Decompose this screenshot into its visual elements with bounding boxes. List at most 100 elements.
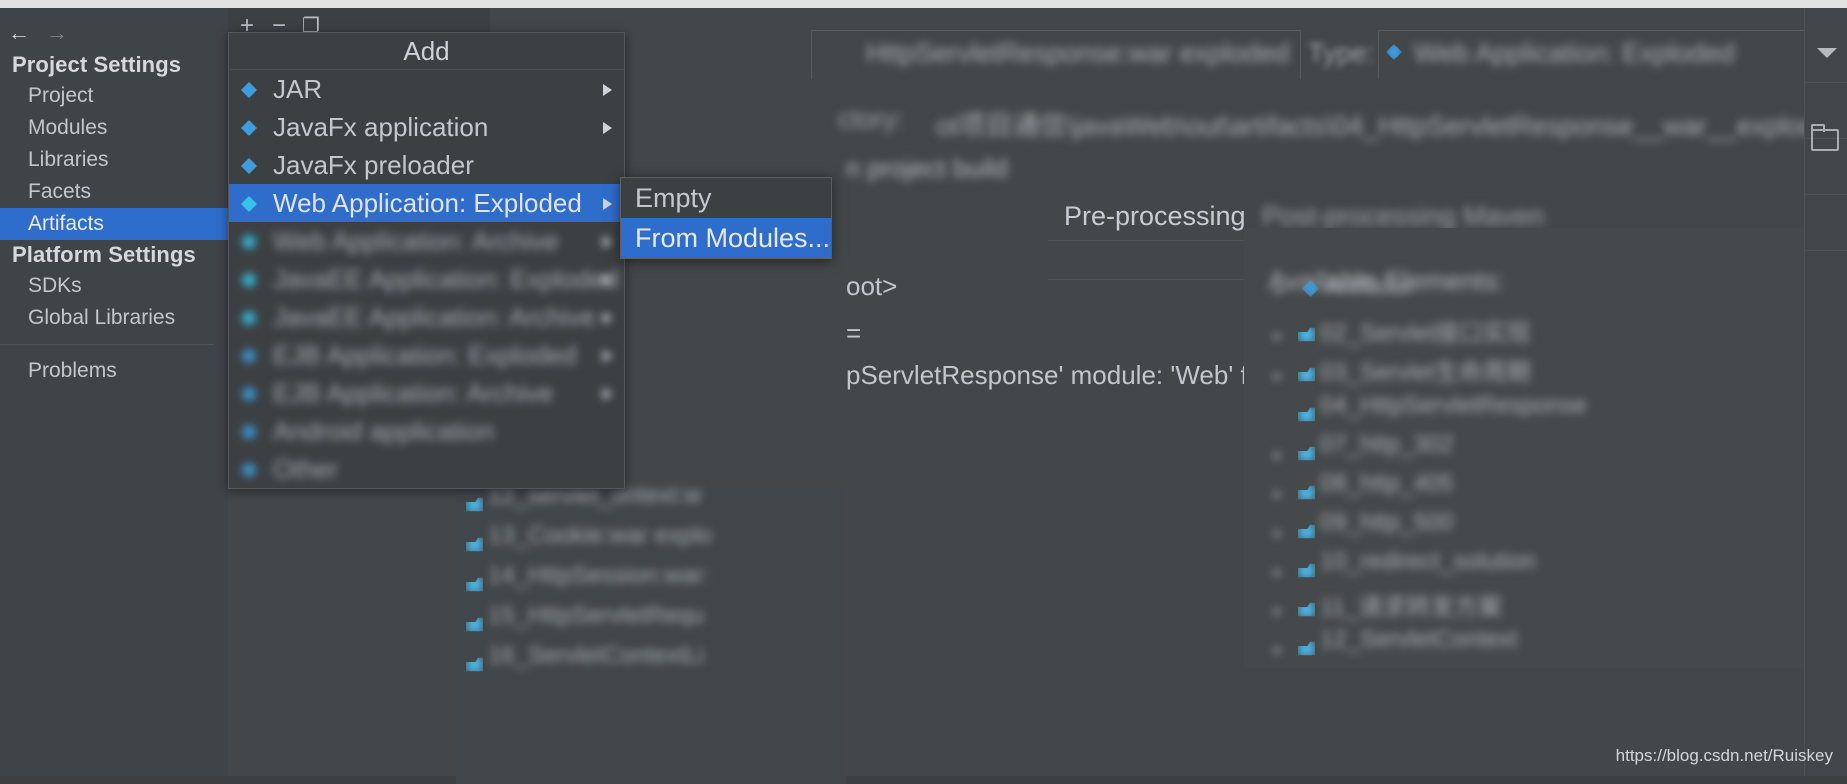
edge-spacer-2 bbox=[1805, 194, 1847, 251]
menu-item-label: JavaFx application bbox=[273, 112, 489, 142]
navigation-arrows: ← → bbox=[0, 16, 228, 50]
chevron-right-icon bbox=[603, 84, 612, 96]
menu-item-label: JavaEE Application: Exploded bbox=[273, 264, 619, 294]
tree-expander[interactable]: ▸ bbox=[1274, 484, 1283, 504]
available-element-4[interactable]: 07_http_302 bbox=[1320, 431, 1453, 459]
submenu-item-empty[interactable]: Empty bbox=[621, 178, 831, 218]
add-menu-title: Add bbox=[229, 33, 624, 70]
menu-item-label: Web Application: Archive bbox=[273, 226, 559, 256]
right-edge-toolbar bbox=[1804, 8, 1847, 776]
available-element-9[interactable]: 12_ServletContext bbox=[1320, 626, 1517, 654]
menu-item-web-application-exploded[interactable]: Web Application: Exploded bbox=[229, 184, 624, 222]
diamond-icon bbox=[241, 82, 257, 98]
artifact-list-item-3[interactable]: 15_HttpServletRequ bbox=[488, 602, 704, 630]
chevron-right-icon bbox=[603, 122, 612, 134]
diamond-icon bbox=[241, 158, 257, 174]
chevron-right-icon bbox=[603, 350, 612, 362]
artifact-name-value: HttpServletResponse:war exploded bbox=[866, 38, 1290, 68]
add-artifact-menu: Add JAR JavaFx application JavaFx preloa… bbox=[228, 32, 625, 489]
web-application-icon bbox=[241, 196, 257, 212]
artifact-list-item-2[interactable]: 14_HttpSession:war: bbox=[488, 562, 709, 590]
sidebar-item-libraries[interactable]: Libraries bbox=[0, 144, 228, 176]
settings-sidebar: ← → Project Settings Project Modules Lib… bbox=[0, 8, 228, 776]
watermark: https://blog.csdn.net/Ruiskey bbox=[1615, 746, 1833, 765]
diamond-icon bbox=[241, 462, 257, 478]
menu-item-javafx-preloader[interactable]: JavaFx preloader bbox=[229, 146, 624, 184]
type-dropdown-button[interactable] bbox=[1805, 26, 1847, 83]
tree-expander[interactable]: ▸ bbox=[1274, 326, 1283, 346]
sidebar-group-project-settings: Project Settings bbox=[12, 52, 182, 77]
tree-expander[interactable]: ▸ bbox=[1274, 523, 1283, 543]
sidebar-item-problems[interactable]: Problems bbox=[0, 355, 228, 387]
tree-expander[interactable]: ▸ bbox=[1274, 445, 1283, 465]
diamond-icon bbox=[241, 120, 257, 136]
tree-expander[interactable]: ▸ bbox=[1274, 366, 1283, 386]
menu-item-label: Other bbox=[273, 454, 339, 484]
menu-item-web-application-archive[interactable]: Web Application: Archive bbox=[229, 222, 624, 260]
menu-item-label: EJB Application: Exploded bbox=[273, 340, 577, 370]
sidebar-item-sdks[interactable]: SDKs bbox=[0, 270, 228, 302]
available-element-7[interactable]: 10_redirect_solution bbox=[1320, 548, 1536, 576]
project-structure-dialog: HttpServletResponse:war exploded Type: W… bbox=[0, 0, 1847, 784]
chevron-right-icon bbox=[603, 274, 612, 286]
chevron-down-icon bbox=[1817, 48, 1837, 58]
available-element-6[interactable]: 09_http_500 bbox=[1320, 509, 1453, 537]
artifact-list-item-4[interactable]: 16_ServletContextLi bbox=[488, 642, 704, 670]
available-element-2[interactable]: 03_Servlet生命周期 bbox=[1320, 352, 1531, 387]
sidebar-item-project[interactable]: Project bbox=[0, 80, 228, 112]
chevron-right-icon bbox=[603, 236, 612, 248]
chevron-right-icon bbox=[603, 198, 612, 210]
available-element-0[interactable]: Artifacts bbox=[1324, 273, 1411, 301]
diamond-icon bbox=[241, 348, 257, 364]
menu-item-jar[interactable]: JAR bbox=[229, 70, 624, 108]
available-element-5[interactable]: 08_http_405 bbox=[1320, 470, 1453, 498]
available-element-1[interactable]: 02_Servlet接口实现 bbox=[1320, 313, 1531, 348]
sidebar-item-artifacts[interactable]: Artifacts bbox=[0, 208, 228, 240]
sidebar-divider bbox=[0, 344, 214, 345]
web-application-icon bbox=[241, 310, 257, 326]
sidebar-item-global-libraries[interactable]: Global Libraries bbox=[0, 302, 228, 334]
tree-expander[interactable]: ▸ bbox=[1274, 640, 1283, 660]
sidebar-item-modules[interactable]: Modules bbox=[0, 112, 228, 144]
diamond-icon bbox=[241, 386, 257, 402]
forward-arrow-icon[interactable]: → bbox=[42, 20, 72, 46]
menu-item-other[interactable]: Other bbox=[229, 450, 624, 488]
artifact-type-value: Web Application: Exploded bbox=[1414, 38, 1735, 68]
output-module-node: pServletResponse' module: 'Web' fa bbox=[846, 360, 1263, 390]
web-application-icon bbox=[241, 272, 257, 288]
sidebar-item-facets[interactable]: Facets bbox=[0, 176, 228, 208]
output-root-node: oot> bbox=[846, 271, 898, 301]
back-arrow-icon[interactable]: ← bbox=[4, 20, 34, 46]
web-application-icon bbox=[241, 234, 257, 250]
menu-item-android-application[interactable]: Android application bbox=[229, 412, 624, 450]
chevron-right-icon bbox=[603, 312, 612, 324]
artifact-type-label: Type: bbox=[1308, 38, 1375, 68]
menu-item-label: JavaEE Application: Archive bbox=[273, 302, 596, 332]
sidebar-group-platform-settings: Platform Settings bbox=[12, 242, 196, 267]
tree-expander[interactable]: ▸ bbox=[1276, 280, 1285, 300]
menu-item-label: Web Application: Exploded bbox=[273, 188, 582, 218]
menu-item-javafx-application[interactable]: JavaFx application bbox=[229, 108, 624, 146]
menu-item-ejb-application-archive[interactable]: EJB Application: Archive bbox=[229, 374, 624, 412]
folder-icon bbox=[1811, 124, 1839, 151]
available-element-3[interactable]: 04_HttpServletResponse bbox=[1320, 392, 1587, 420]
menu-item-javaee-application-exploded[interactable]: JavaEE Application: Exploded bbox=[229, 260, 624, 298]
include-in-project-build-checkbox[interactable]: n project build bbox=[846, 153, 1008, 184]
menu-item-ejb-application-exploded[interactable]: EJB Application: Exploded bbox=[229, 336, 624, 374]
tree-expander[interactable]: ▸ bbox=[1274, 601, 1283, 621]
window-top-strip bbox=[0, 0, 1847, 8]
output-tree-marker: = bbox=[846, 318, 862, 348]
output-directory-value: ot项目通信\javaWeb\out\artifacts\04_HttpServ… bbox=[936, 111, 1847, 141]
tab-pre-processing[interactable]: Pre-processing bbox=[1064, 201, 1246, 232]
menu-item-label: JAR bbox=[273, 74, 323, 104]
artifact-list-item-1[interactable]: 13_Cookie:war explo bbox=[488, 522, 712, 550]
menu-item-javaee-application-archive[interactable]: JavaEE Application: Archive bbox=[229, 298, 624, 336]
chevron-right-icon bbox=[603, 388, 612, 400]
submenu-item-from-modules[interactable]: From Modules... bbox=[621, 218, 831, 258]
output-directory-label: ctory: bbox=[838, 104, 905, 134]
diamond-icon bbox=[241, 424, 257, 440]
available-element-8[interactable]: 11_请求转发方案 bbox=[1320, 587, 1502, 622]
menu-item-label: JavaFx preloader bbox=[273, 150, 474, 180]
tree-expander[interactable]: ▸ bbox=[1274, 562, 1283, 582]
web-application-exploded-submenu: Empty From Modules... bbox=[620, 177, 832, 259]
